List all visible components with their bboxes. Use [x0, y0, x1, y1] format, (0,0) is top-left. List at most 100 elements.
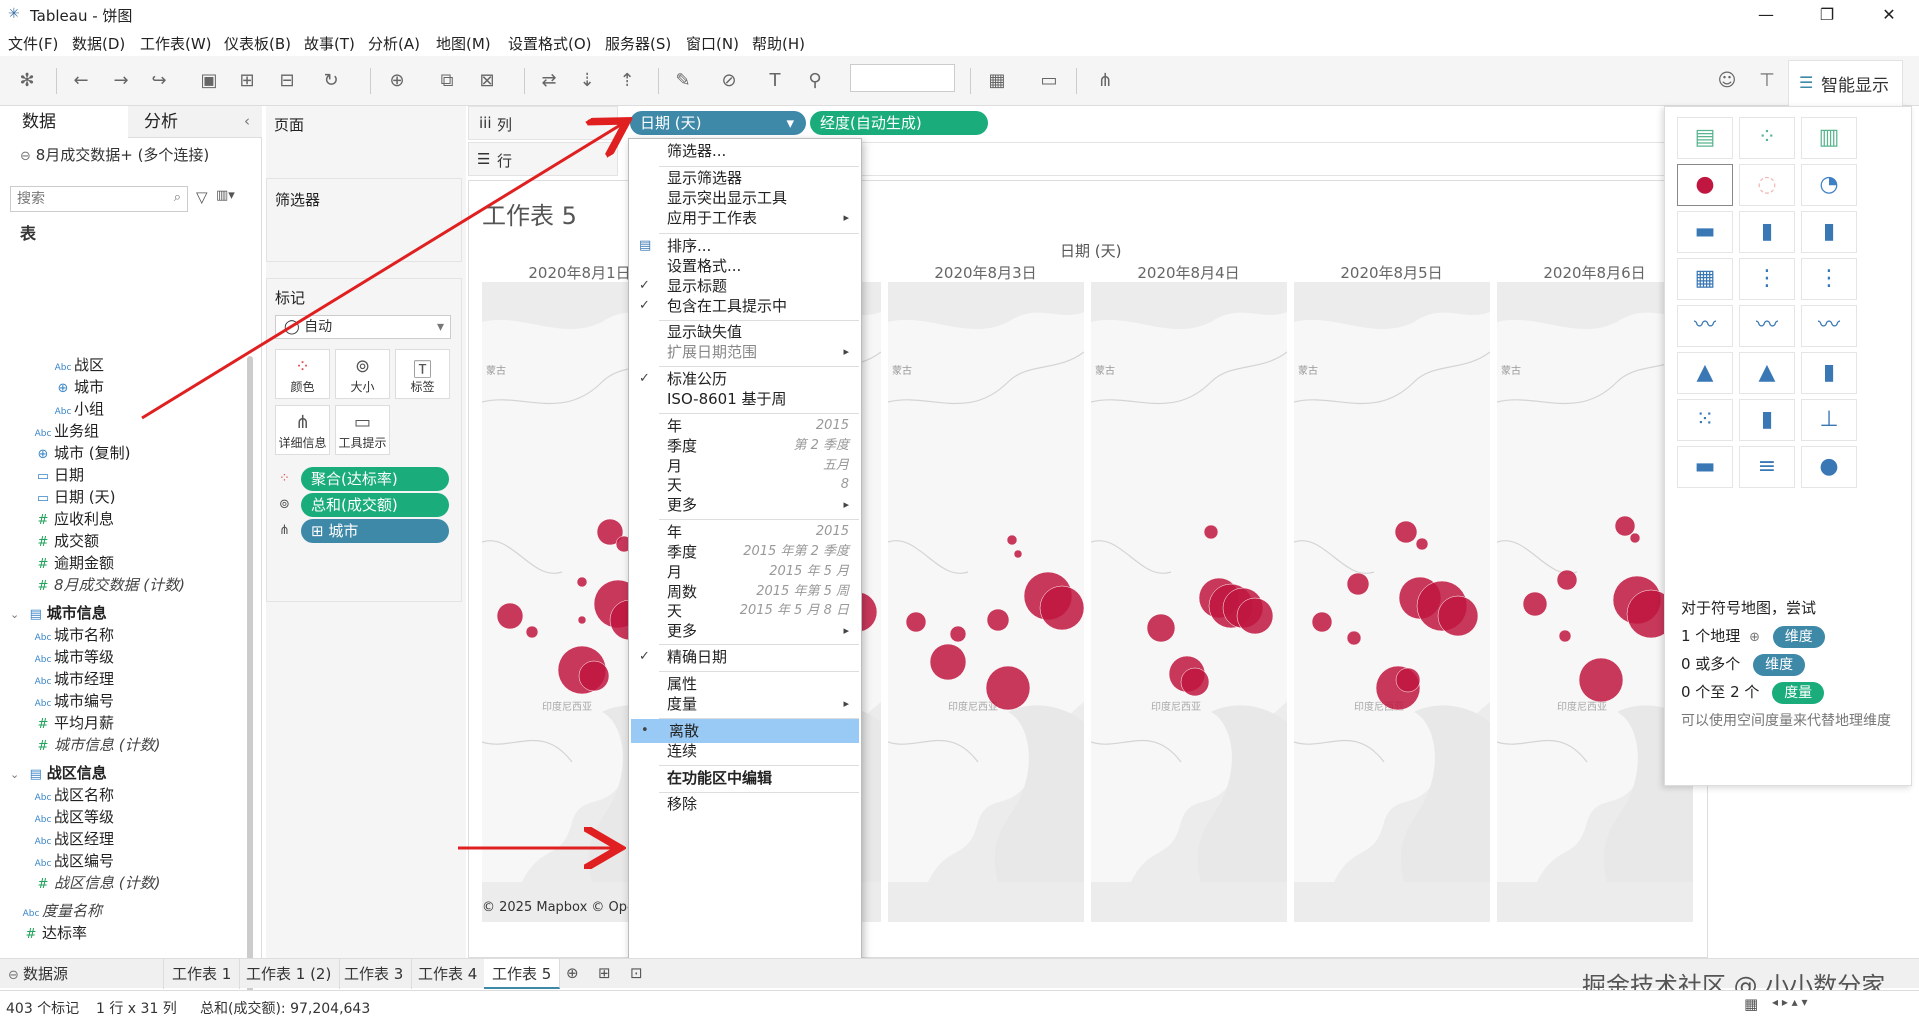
field-2[interactable]: Abc 小组 [52, 398, 104, 420]
menu-format[interactable]: 设置格式(O) [508, 33, 592, 54]
menu-item-0[interactable]: 筛选器... [629, 139, 861, 163]
field-17[interactable]: # 城市信息 (计数) [32, 734, 161, 756]
tab-sheet-1[interactable]: 工作表 1 [164, 959, 241, 989]
field-22[interactable]: Abc 战区编号 [32, 850, 114, 872]
column-header-2[interactable]: 2020年8月3日 [888, 262, 1083, 283]
menu-item-36[interactable]: 连续 [629, 739, 861, 763]
menu-analysis[interactable]: 分析(A) [368, 33, 420, 54]
swap-icon[interactable]: ⇄ [536, 68, 562, 94]
field-13[interactable]: Abc 城市等级 [32, 646, 114, 668]
clear-sheet-icon[interactable]: ⊠ [474, 68, 500, 94]
tab-sheet-1-2[interactable]: 工作表 1 (2) [238, 959, 341, 989]
map-pane-4[interactable]: 蒙古 印度尼西亚 [1294, 282, 1490, 922]
highlight-icon[interactable]: ✎ [670, 68, 696, 94]
smart-show-box-whisker[interactable]: ⊥ [1801, 399, 1857, 441]
tab-sheet-5[interactable]: 工作表 5 [484, 959, 561, 989]
pause-update-icon[interactable]: ⊟ [274, 68, 300, 94]
map-pane-2[interactable]: 蒙古 印度尼西亚 [888, 282, 1084, 922]
share-icon[interactable]: ⋔ [1092, 68, 1118, 94]
tooltip-button[interactable]: ▭ 工具提示 [335, 405, 390, 455]
menu-item-4[interactable]: 应用于工作表 ▸ [629, 206, 861, 230]
field-15[interactable]: Abc 城市编号 [32, 690, 114, 712]
size-button[interactable]: ⊚ 大小 [335, 349, 390, 399]
menu-item-12[interactable]: 扩展日期范围 ▸ [629, 340, 861, 364]
menu-item-38[interactable]: 在功能区中编辑 [629, 766, 861, 790]
menu-server[interactable]: 服务器(S) [605, 33, 671, 54]
smart-show-dual-lines[interactable]: 〰 [1801, 305, 1857, 347]
field-5[interactable]: ▭ 日期 [32, 464, 84, 486]
mark-pill-color[interactable]: 聚合(达标率) [301, 467, 449, 491]
smart-show-dual-combination[interactable]: ▮ [1801, 352, 1857, 394]
smart-show-packed-bubbles[interactable]: ● [1801, 446, 1857, 488]
rows-shelf[interactable]: ☰ 行 [468, 142, 618, 176]
close-button[interactable]: ✕ [1866, 2, 1912, 28]
field-7[interactable]: # 应收利息 [32, 508, 114, 530]
field-1[interactable]: ⊕ 城市 [52, 376, 104, 398]
tableau-start-icon[interactable]: ✻ [14, 68, 40, 94]
field-9[interactable]: # 逾期金额 [32, 552, 114, 574]
field-20[interactable]: Abc 战区等级 [32, 806, 114, 828]
new-dashboard-tab-icon[interactable]: ⊞ [598, 964, 611, 982]
smart-show-line-continuous[interactable]: 〰 [1677, 305, 1733, 347]
menu-item-15[interactable]: ISO-8601 基于周 [629, 387, 861, 411]
column-header-3[interactable]: 2020年8月4日 [1091, 262, 1286, 283]
column-pill-date[interactable]: 日期 (天) ▾ [630, 111, 806, 135]
datasource-row[interactable]: ⊖ 8月成交数据+ (多个连接) [20, 144, 209, 165]
field-scrollbar[interactable] [247, 356, 253, 996]
sort-asc-icon[interactable]: ⇣ [574, 68, 600, 94]
color-button[interactable]: ⁘ 颜色 [275, 349, 330, 399]
rows-drop-area[interactable] [860, 142, 1708, 176]
smart-show-side-by-side-bars[interactable]: ▮ [1801, 211, 1857, 253]
map-copyright[interactable]: © 2025 Mapbox © OpenS [482, 900, 652, 915]
tab-data[interactable]: 数据 [0, 106, 128, 138]
field-14[interactable]: Abc 城市经理 [32, 668, 114, 690]
collapse-icon[interactable]: ⌄ [10, 768, 23, 781]
collapse-icon[interactable]: ⌄ [10, 608, 23, 621]
undo-icon[interactable]: ← [68, 68, 94, 94]
field-11[interactable]: ⌄ ▤ 城市信息 [10, 602, 107, 624]
smart-show-text-table[interactable]: ▤ [1677, 117, 1733, 159]
smart-show-line-discrete[interactable]: 〰 [1739, 305, 1795, 347]
grid-view-icon[interactable]: ▦ [1744, 995, 1758, 1013]
field-24[interactable]: Abc 度量名称 [20, 900, 102, 922]
menu-data[interactable]: 数据(D) [72, 33, 125, 54]
column-pill-longitude[interactable]: 经度(自动生成) [810, 111, 988, 135]
collapse-pane-icon[interactable]: ‹ [244, 112, 250, 130]
field-18[interactable]: ⌄ ▤ 战区信息 [10, 762, 107, 784]
worksheet-title[interactable]: 工作表 5 [482, 196, 577, 231]
menu-help[interactable]: 帮助(H) [752, 33, 805, 54]
ask-data-icon[interactable]: ☺ [1714, 68, 1740, 94]
smart-show-highlight-table[interactable]: ▥ [1801, 117, 1857, 159]
smart-show-side-by-side-circles[interactable]: ⋮ [1801, 258, 1857, 300]
smart-show-symbol-map[interactable]: ● [1677, 164, 1733, 206]
smart-show-stacked-bars[interactable]: ▮ [1739, 211, 1795, 253]
smart-show-gantt[interactable]: ▬ [1677, 446, 1733, 488]
tab-analysis[interactable]: 分析 [128, 106, 262, 138]
field-21[interactable]: Abc 战区经理 [32, 828, 114, 850]
paint-icon[interactable]: ⊤ [1754, 68, 1780, 94]
new-datasource-icon[interactable]: ⊞ [234, 68, 260, 94]
smart-show-histogram[interactable]: ▮ [1739, 399, 1795, 441]
new-sheet-icon[interactable]: ⊕ [384, 68, 410, 94]
refresh-icon[interactable]: ↻ [318, 68, 344, 94]
group-icon[interactable]: ⊘ [716, 68, 742, 94]
smart-show-treemap[interactable]: ▦ [1677, 258, 1733, 300]
field-search[interactable]: ⌕ [10, 186, 188, 212]
view-options-icon[interactable]: ▥▾ [216, 188, 235, 203]
new-story-tab-icon[interactable]: ⊡ [630, 964, 643, 982]
nav-arrows-icon[interactable]: ◂ ▸ ▴ ▾ [1772, 995, 1808, 1009]
mark-pill-detail[interactable]: ⊞ 城市 [301, 519, 449, 543]
tab-datasource[interactable]: ⊖ 数据源 [0, 959, 164, 989]
map-pane-3[interactable]: 蒙古 印度尼西亚 [1091, 282, 1287, 922]
minimize-button[interactable]: — [1743, 2, 1789, 28]
replay-icon[interactable]: ↪ [146, 68, 172, 94]
menu-dashboard[interactable]: 仪表板(B) [224, 33, 291, 54]
show-cards-icon[interactable]: ▦ [984, 68, 1010, 94]
smart-show-filled-map[interactable]: ◌ [1739, 164, 1795, 206]
menu-item-28[interactable]: 更多 ▸ [629, 619, 861, 643]
tab-sheet-4[interactable]: 工作表 4 [410, 959, 487, 989]
menu-worksheet[interactable]: 工作表(W) [140, 33, 212, 54]
smart-show-tab[interactable]: ☰ 智能显示 [1788, 60, 1903, 106]
tab-sheet-3[interactable]: 工作表 3 [336, 959, 413, 989]
smart-show-area-discrete[interactable]: ▲ [1739, 352, 1795, 394]
